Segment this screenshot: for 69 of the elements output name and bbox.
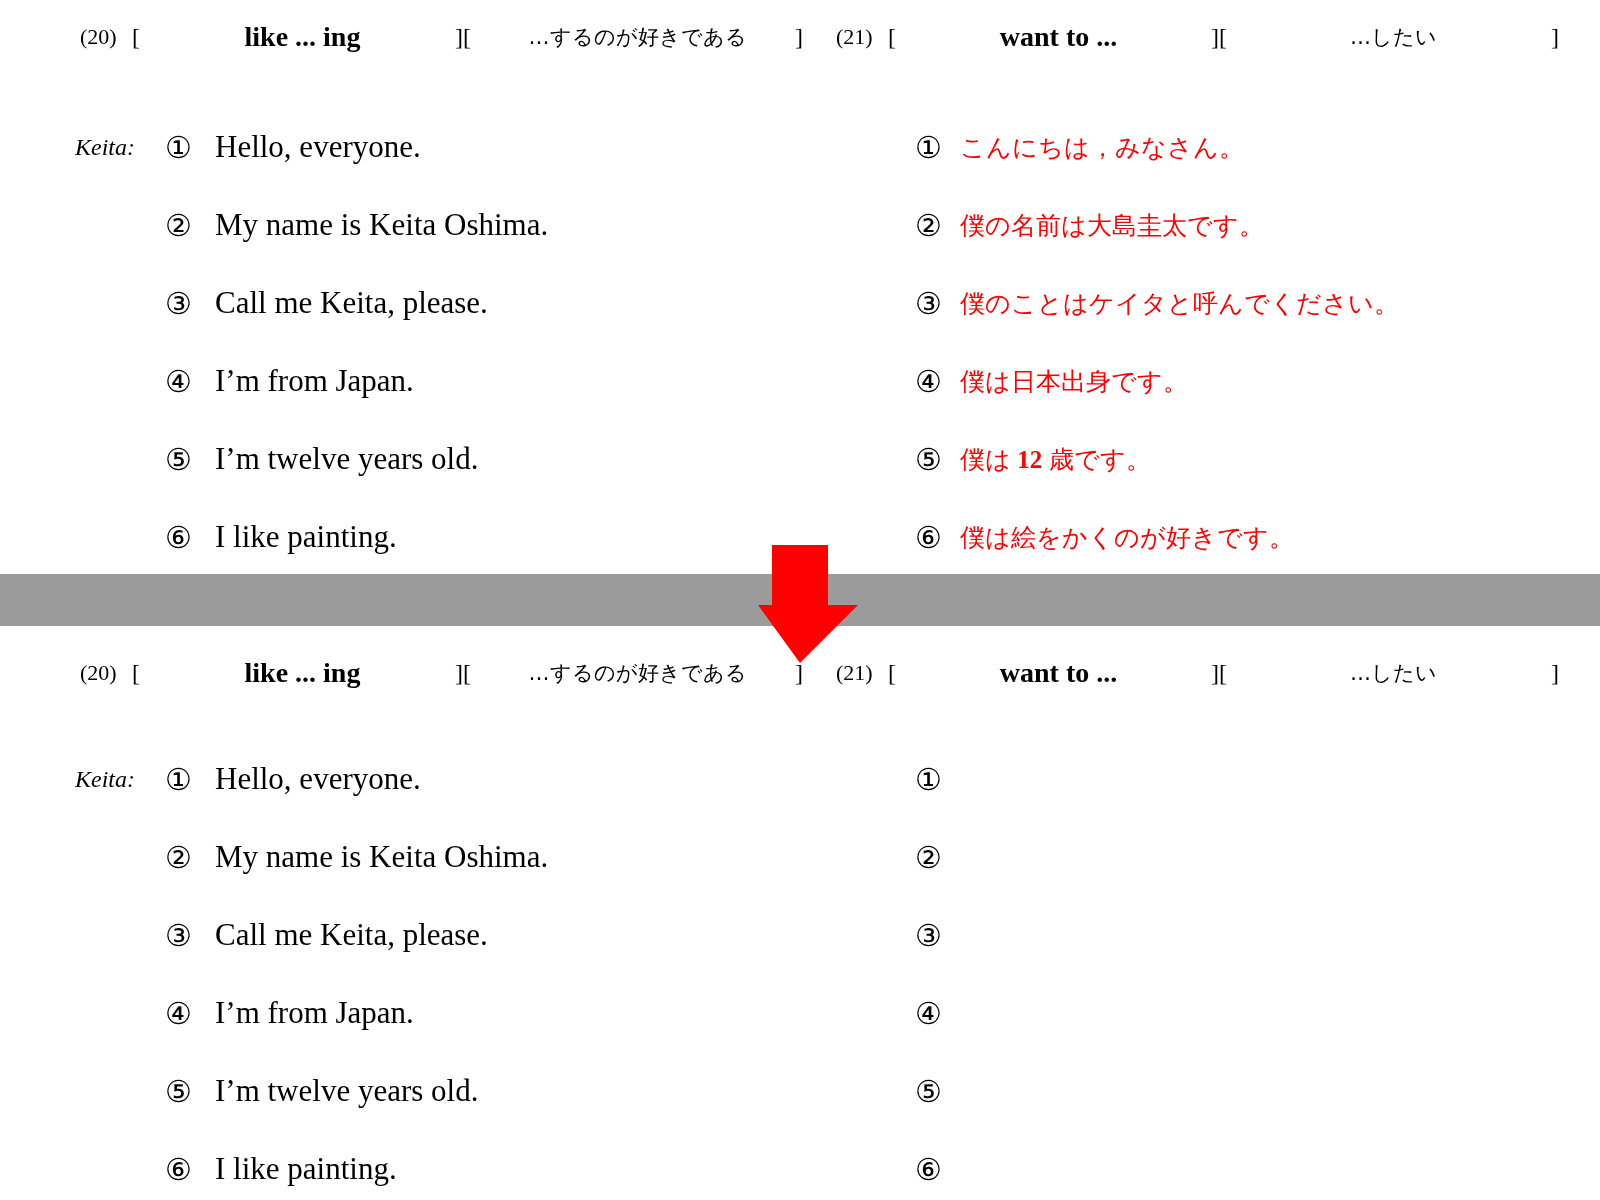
english-sentence: Hello, everyone. xyxy=(215,129,421,165)
answer-number: ① xyxy=(915,761,943,797)
english-sentence: I’m twelve years old. xyxy=(215,1073,479,1109)
bracket: ][ xyxy=(455,23,472,51)
bracket: ] xyxy=(795,659,804,687)
answer-number: ① xyxy=(915,129,943,165)
bracket: ][ xyxy=(455,659,472,687)
bracket: ] xyxy=(795,23,804,51)
translation-text: こんにちは，みなさん。 xyxy=(960,132,1244,163)
sentence-number: ② xyxy=(165,839,193,875)
bracket: ][ xyxy=(1211,659,1228,687)
english-sentence: Call me Keita, please. xyxy=(215,285,488,321)
sentence-number: ① xyxy=(165,761,193,797)
answer-number: ⑤ xyxy=(915,441,943,477)
answer-number: ④ xyxy=(915,995,943,1031)
english-sentence: Call me Keita, please. xyxy=(215,917,488,953)
sentence-number: ⑤ xyxy=(165,1073,193,1109)
bracket: [ xyxy=(888,659,897,687)
translation-text: 僕は日本出身です。 xyxy=(960,366,1188,397)
english-sentence: I’m from Japan. xyxy=(215,363,414,399)
english-sentence: My name is Keita Oshima. xyxy=(215,207,549,243)
vocab-meaning: …したい xyxy=(1349,24,1438,51)
vocab-meaning: …するのが好きである xyxy=(527,24,748,51)
sentence-number: ③ xyxy=(165,917,193,953)
vocab-phrase: like ... ing xyxy=(243,21,362,53)
item-number: (20) xyxy=(80,24,118,50)
down-arrow-icon xyxy=(758,545,858,663)
speaker-label: Keita: xyxy=(74,133,135,161)
english-sentence: I’m twelve years old. xyxy=(215,441,479,477)
item-number: (21) xyxy=(836,660,874,686)
bracket: ] xyxy=(1551,659,1560,687)
translation-text: 僕は絵をかくのが好きです。 xyxy=(960,522,1294,553)
speaker-label: Keita: xyxy=(74,765,135,793)
translation-text: 僕のことはケイタと呼んでください。 xyxy=(960,288,1399,319)
sentence-number: ① xyxy=(165,129,193,165)
translation-text: 僕は 12 歳です。 xyxy=(960,444,1151,475)
vocab-meaning: …したい xyxy=(1349,660,1438,687)
english-sentence: I like painting. xyxy=(215,519,397,555)
sentence-number: ③ xyxy=(165,285,193,321)
answer-number: ⑥ xyxy=(915,519,943,555)
sentence-number: ⑥ xyxy=(165,1151,193,1187)
item-number: (21) xyxy=(836,24,874,50)
english-sentence: Hello, everyone. xyxy=(215,761,421,797)
sentence-number: ⑥ xyxy=(165,519,193,555)
answer-number: ④ xyxy=(915,363,943,399)
answer-number: ③ xyxy=(915,285,943,321)
bracket: [ xyxy=(888,23,897,51)
vocab-phrase: want to ... xyxy=(998,657,1119,689)
bracket: ][ xyxy=(1211,23,1228,51)
item-number: (20) xyxy=(80,660,118,686)
vocab-phrase: like ... ing xyxy=(243,657,362,689)
english-sentence: I’m from Japan. xyxy=(215,995,414,1031)
answer-number: ③ xyxy=(915,917,943,953)
english-sentence: I like painting. xyxy=(215,1151,397,1187)
answer-number: ② xyxy=(915,207,943,243)
vocab-meaning: …するのが好きである xyxy=(527,660,748,687)
english-sentence: My name is Keita Oshima. xyxy=(215,839,549,875)
bracket: [ xyxy=(132,659,141,687)
vocab-phrase: want to ... xyxy=(998,21,1119,53)
bracket: ] xyxy=(1551,23,1560,51)
sentence-number: ② xyxy=(165,207,193,243)
sentence-number: ⑤ xyxy=(165,441,193,477)
sentence-number: ④ xyxy=(165,363,193,399)
answer-number: ⑤ xyxy=(915,1073,943,1109)
bracket: [ xyxy=(132,23,141,51)
translation-text: 僕の名前は大島圭太です。 xyxy=(960,210,1264,241)
sentence-number: ④ xyxy=(165,995,193,1031)
answer-number: ② xyxy=(915,839,943,875)
answer-number: ⑥ xyxy=(915,1151,943,1187)
